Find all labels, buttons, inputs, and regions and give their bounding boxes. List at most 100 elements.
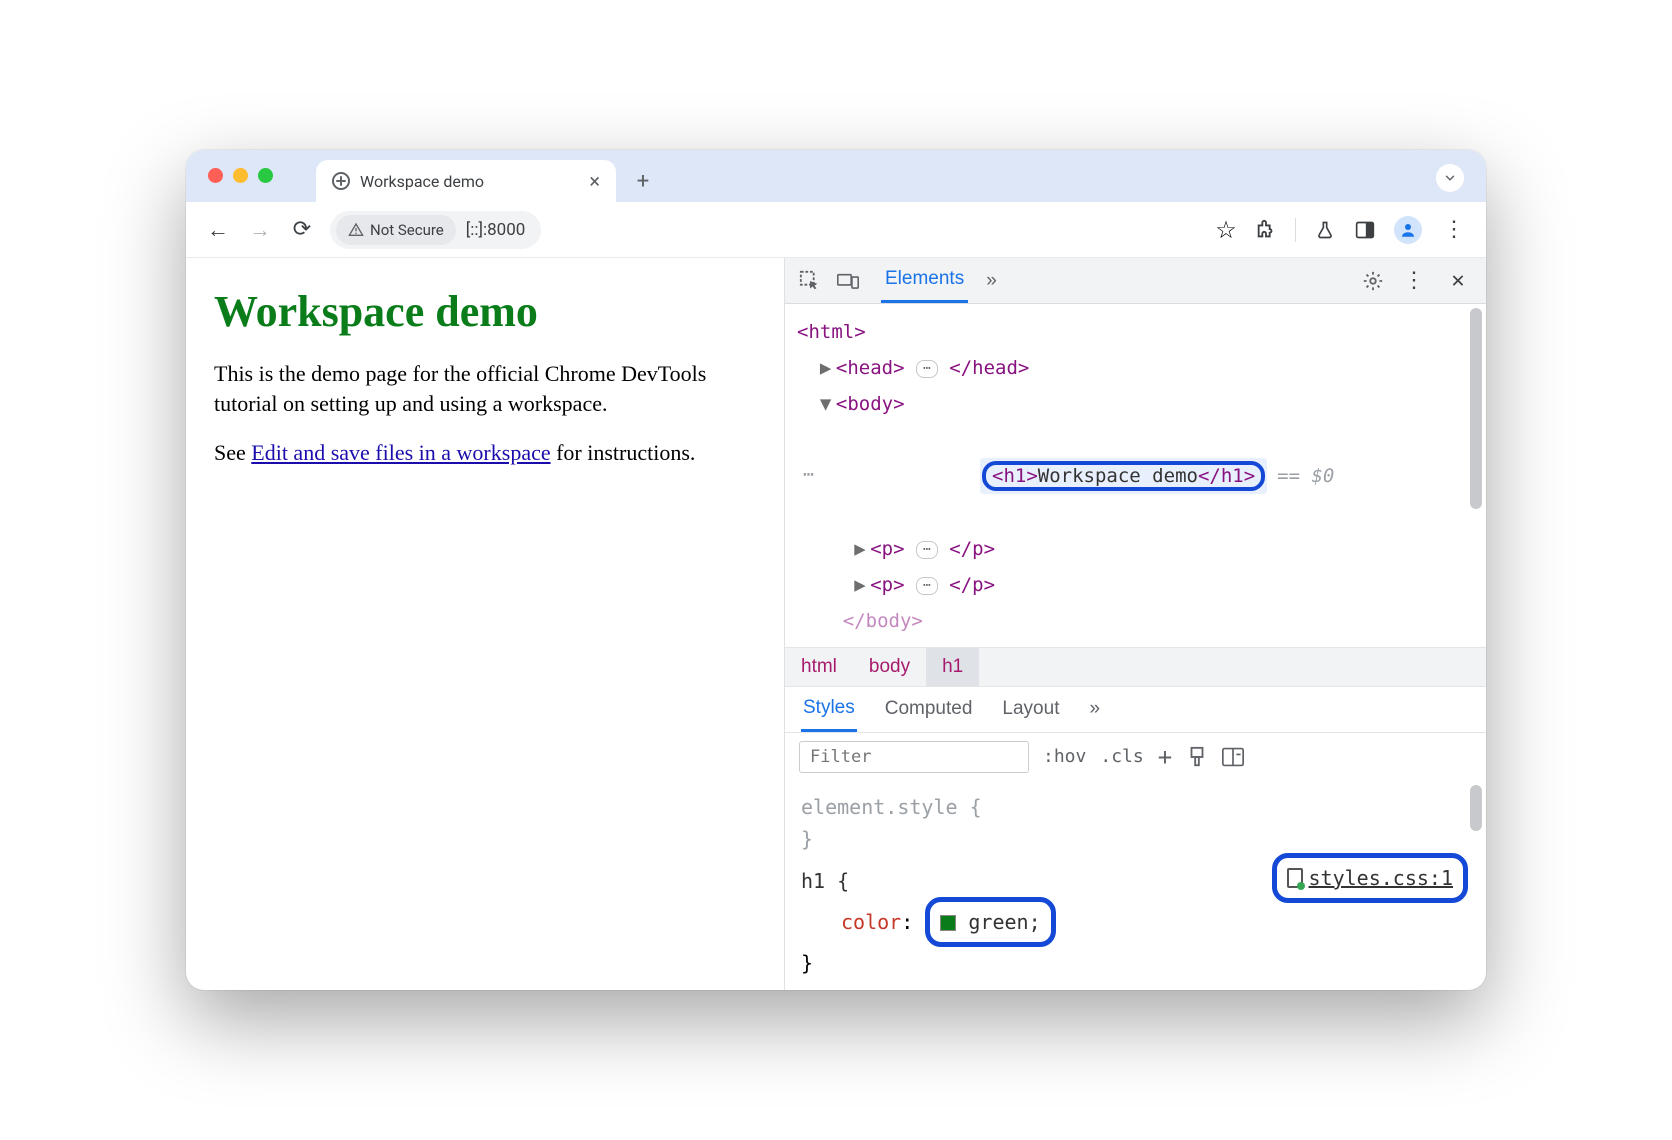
row-actions-icon[interactable]: ⋯ (803, 458, 814, 492)
collapse-arrow-icon[interactable]: ▼ (820, 386, 836, 422)
address-bar[interactable]: Not Secure [::]:8000 (330, 211, 541, 249)
url-text: [::]:8000 (466, 220, 526, 240)
puzzle-icon (1255, 219, 1277, 241)
inspect-element-button[interactable] (799, 270, 821, 292)
tab-computed[interactable]: Computed (883, 688, 975, 730)
ellipsis-icon[interactable]: ⋯ (916, 541, 938, 559)
side-panel-button[interactable] (1354, 219, 1376, 241)
person-icon (1399, 221, 1417, 239)
close-window-button[interactable] (208, 168, 223, 183)
css-property-name[interactable]: color (841, 910, 901, 934)
styles-pane[interactable]: element.style { } h1 { color: green; } (785, 781, 1486, 990)
toolbar-divider (1295, 218, 1296, 242)
dom-p-close: </p> (949, 538, 995, 560)
close-brace-1: } (801, 827, 813, 851)
dom-h1-text: Workspace demo (1038, 465, 1198, 487)
element-style-rule[interactable]: element.style { (801, 795, 982, 819)
rendered-page: Workspace demo This is the demo page for… (186, 258, 784, 990)
tab-more[interactable]: » (982, 260, 1001, 302)
expand-arrow-icon[interactable]: ▶ (854, 567, 870, 603)
styles-filter-input[interactable] (799, 741, 1029, 773)
styles-toolbar: :hov .cls + (785, 733, 1486, 781)
expand-arrow-icon[interactable]: ▶ (820, 350, 836, 386)
expand-arrow-icon[interactable]: ▶ (854, 531, 870, 567)
source-link[interactable]: styles.css:1 (1309, 866, 1454, 890)
devices-icon (837, 271, 859, 291)
dom-p-open[interactable]: <p> (870, 538, 904, 560)
h1-rule-selector[interactable]: h1 { (801, 869, 849, 893)
close-brace-2: } (801, 951, 813, 975)
dom-body-open[interactable]: <body> (836, 393, 905, 415)
console-ref: == $0 (1277, 465, 1334, 487)
browser-tab[interactable]: Workspace demo × (316, 160, 616, 202)
gear-icon (1362, 270, 1384, 292)
tutorial-link[interactable]: Edit and save files in a workspace (251, 440, 550, 465)
devtools-settings-button[interactable] (1362, 270, 1384, 292)
devtools-panel: Elements » ⋮ ✕ <html> ▶<head> ⋯ </head> … (784, 258, 1486, 990)
page-heading: Workspace demo (214, 286, 756, 337)
bookmark-star-button[interactable]: ☆ (1215, 219, 1237, 241)
dom-h1-close: </h1> (1198, 465, 1255, 487)
cls-button[interactable]: .cls (1100, 746, 1143, 767)
device-toolbar-button[interactable] (837, 270, 859, 292)
devtools-close-button[interactable]: ✕ (1444, 268, 1472, 293)
selected-h1-node[interactable]: <h1>Workspace demo</h1> (982, 461, 1265, 491)
color-swatch-icon[interactable] (940, 915, 956, 931)
source-ref-callout: styles.css:1 (1272, 853, 1469, 903)
forward-button[interactable]: → (246, 217, 274, 243)
new-style-rule-button[interactable]: + (1158, 743, 1172, 771)
browser-menu-button[interactable]: ⋮ (1440, 217, 1468, 242)
crumb-h1[interactable]: h1 (926, 648, 979, 686)
file-icon (1287, 868, 1303, 888)
new-tab-button[interactable]: + (626, 164, 660, 198)
dom-h1-open: <h1> (992, 465, 1038, 487)
tab-styles-more[interactable]: » (1087, 688, 1102, 730)
ellipsis-icon[interactable]: ⋯ (916, 577, 938, 595)
para2-suffix: for instructions. (551, 440, 696, 465)
browser-window: Workspace demo × + ← → ⟳ Not Secure [::]… (186, 150, 1486, 990)
hov-button[interactable]: :hov (1043, 746, 1086, 767)
crumb-body[interactable]: body (853, 648, 926, 686)
panel-icon (1354, 220, 1376, 240)
toolbar: ← → ⟳ Not Secure [::]:8000 ☆ (186, 202, 1486, 258)
css-property-value[interactable]: green; (968, 910, 1040, 934)
extensions-button[interactable] (1255, 219, 1277, 241)
titlebar: Workspace demo × + (186, 150, 1486, 202)
brush-icon (1186, 746, 1208, 768)
page-paragraph-2: See Edit and save files in a workspace f… (214, 438, 756, 468)
security-label: Not Secure (370, 221, 444, 239)
ellipsis-icon[interactable]: ⋯ (916, 360, 938, 378)
tab-layout[interactable]: Layout (1000, 688, 1061, 730)
back-button[interactable]: ← (204, 217, 232, 243)
dom-tree[interactable]: <html> ▶<head> ⋯ </head> ▼<body> ⋯ <h1>W… (785, 304, 1486, 647)
window-controls (208, 168, 273, 183)
format-button[interactable] (1186, 746, 1208, 768)
dom-body-close: </body> (843, 610, 923, 632)
dom-p-open-2[interactable]: <p> (870, 574, 904, 596)
close-tab-button[interactable]: × (589, 169, 600, 193)
computed-toggle-button[interactable] (1222, 746, 1244, 768)
profile-button[interactable] (1394, 216, 1422, 244)
labs-button[interactable] (1314, 219, 1336, 241)
globe-icon (332, 172, 350, 190)
chevron-down-icon (1443, 171, 1457, 185)
split-panel-icon (1222, 747, 1244, 767)
tab-styles[interactable]: Styles (801, 687, 857, 732)
maximize-window-button[interactable] (258, 168, 273, 183)
page-paragraph-1: This is the demo page for the official C… (214, 359, 756, 418)
styles-tabs: Styles Computed Layout » (785, 687, 1486, 733)
tab-title: Workspace demo (360, 172, 484, 191)
dom-breadcrumbs: html body h1 (785, 647, 1486, 687)
dom-html-open[interactable]: <html> (797, 321, 866, 343)
tab-elements[interactable]: Elements (881, 258, 968, 303)
reload-button[interactable]: ⟳ (288, 217, 316, 242)
styles-scrollbar[interactable] (1470, 785, 1482, 831)
dom-head-open[interactable]: <head> (836, 357, 905, 379)
para2-prefix: See (214, 440, 251, 465)
crumb-html[interactable]: html (785, 648, 853, 686)
minimize-window-button[interactable] (233, 168, 248, 183)
devtools-toolbar: Elements » ⋮ ✕ (785, 258, 1486, 304)
security-chip[interactable]: Not Secure (336, 215, 456, 245)
tab-overflow-button[interactable] (1436, 164, 1464, 192)
devtools-menu-button[interactable]: ⋮ (1400, 268, 1428, 293)
